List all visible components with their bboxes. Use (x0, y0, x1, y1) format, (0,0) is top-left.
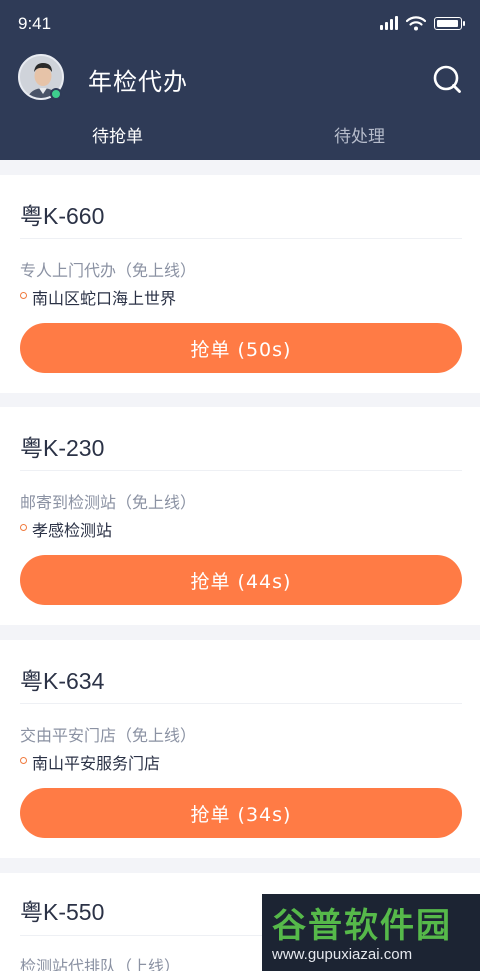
wifi-icon (406, 15, 426, 30)
service-type: 邮寄到检测站（免上线） (20, 493, 197, 512)
tab-pending[interactable]: 待处理 (334, 122, 385, 147)
location-dot-icon (20, 524, 27, 531)
online-status-dot (50, 88, 62, 100)
grab-order-button[interactable]: 抢单 (34s) (20, 788, 462, 838)
location-text: 孝感检测站 (32, 521, 113, 540)
license-plate: 粤K-660 (20, 203, 105, 229)
signal-icon (380, 16, 398, 30)
location-dot-icon (20, 757, 27, 764)
watermark: 谷普软件园 www.gupuxiazai.com (262, 894, 480, 971)
grab-order-button[interactable]: 抢单 (50s) (20, 323, 462, 373)
search-icon (433, 65, 461, 93)
location-text: 南山区蛇口海上世界 (32, 289, 177, 308)
order-card: 粤K-660 专人上门代办（免上线） 南山区蛇口海上世界 抢单 (50s) (0, 175, 480, 393)
location-text: 南山平安服务门店 (32, 754, 161, 773)
app-header: 9:41 年检代办 待抢单 待处理 (0, 0, 480, 160)
status-time: 9:41 (18, 14, 52, 33)
tab-grab-order[interactable]: 待抢单 (92, 122, 143, 147)
license-plate: 粤K-550 (20, 899, 105, 925)
service-type: 交由平安门店（免上线） (20, 726, 197, 745)
divider (20, 470, 462, 471)
divider (20, 703, 462, 704)
location-dot-icon (20, 292, 27, 299)
order-card: 粤K-634 交由平安门店（免上线） 南山平安服务门店 抢单 (34s) (0, 640, 480, 858)
grab-order-button[interactable]: 抢单 (44s) (20, 555, 462, 605)
status-bar: 9:41 (0, 0, 480, 44)
service-type: 检测站代排队（上线） (20, 957, 181, 971)
license-plate: 粤K-230 (20, 435, 105, 461)
status-icons (380, 14, 465, 32)
order-card: 粤K-230 邮寄到检测站（免上线） 孝感检测站 抢单 (44s) (0, 407, 480, 625)
watermark-brand: 谷普软件园 (272, 906, 452, 946)
search-button[interactable] (432, 64, 462, 94)
divider (20, 238, 462, 239)
page-title: 年检代办 (88, 68, 188, 96)
battery-icon (434, 16, 465, 30)
service-type: 专人上门代办（免上线） (20, 261, 197, 280)
watermark-url: www.gupuxiazai.com (272, 946, 413, 963)
license-plate: 粤K-634 (20, 668, 105, 694)
